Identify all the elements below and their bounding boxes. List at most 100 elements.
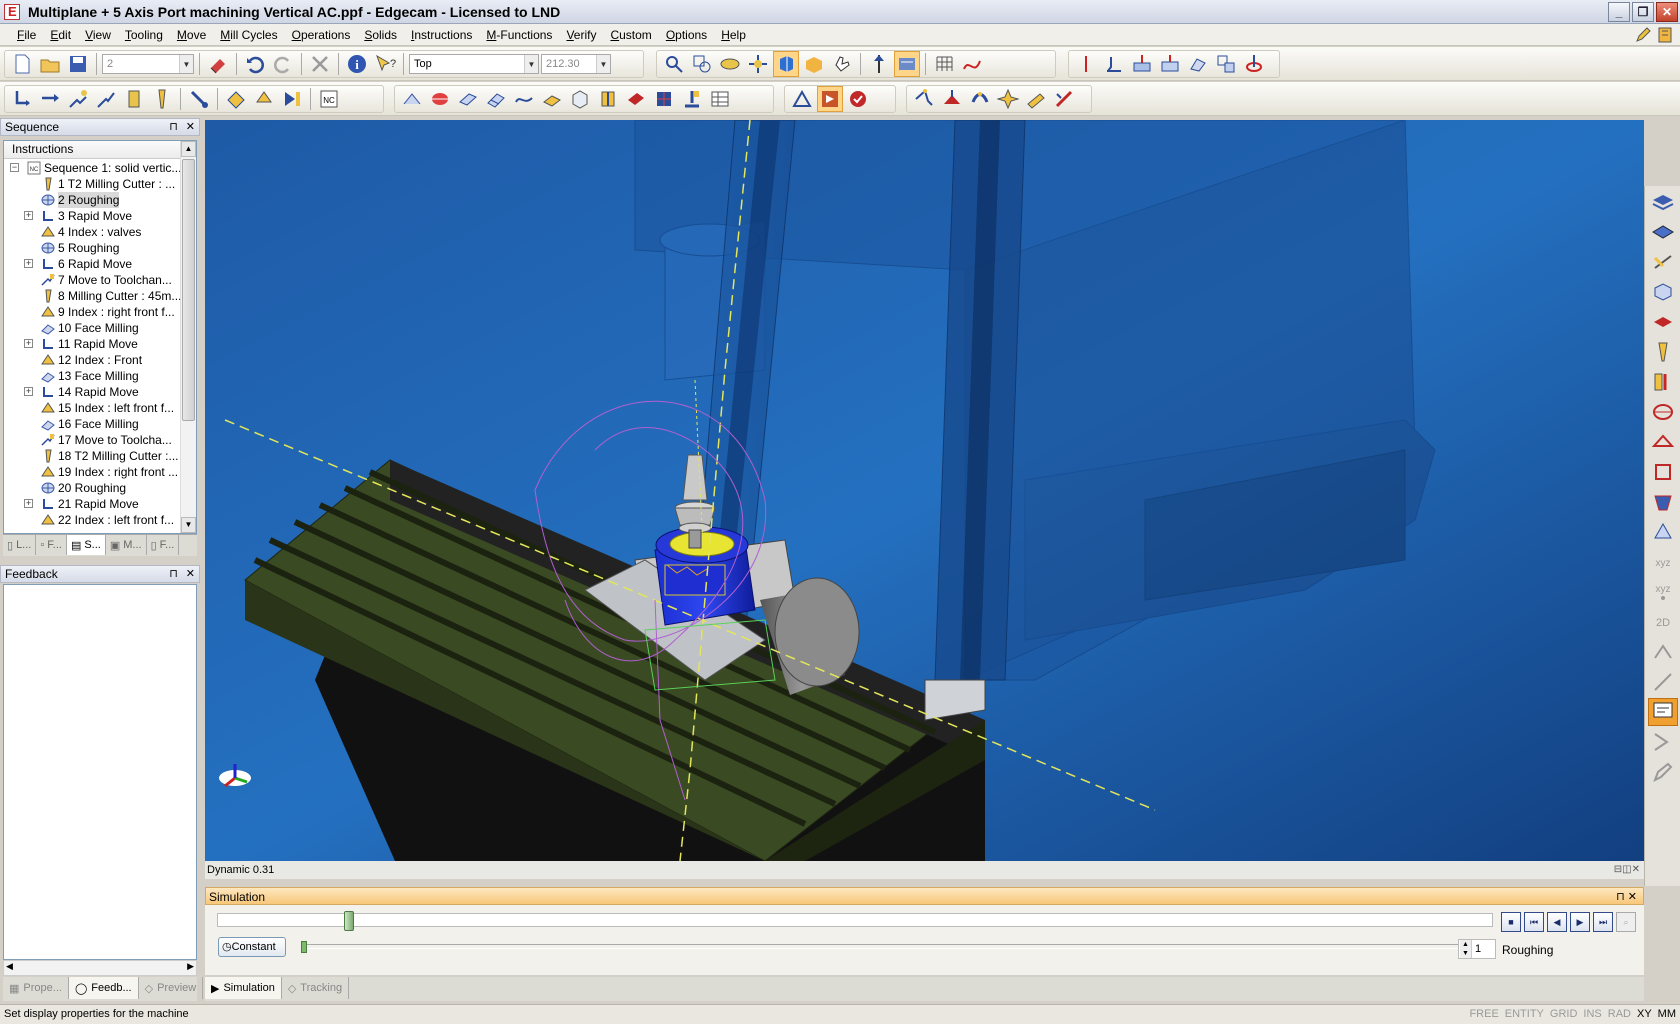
expand-icon[interactable]: + — [24, 499, 33, 508]
xyz-point-icon[interactable]: xyz — [1648, 578, 1678, 606]
pocket-right-icon[interactable] — [1648, 488, 1678, 516]
tab-machine[interactable]: ▣ M... — [106, 535, 147, 555]
rewind-icon[interactable]: ⏮ — [1524, 912, 1544, 932]
tree-item[interactable]: 8 Milling Cutter : 45m... — [4, 288, 180, 304]
open-folder-icon[interactable] — [37, 51, 63, 77]
menu-operations[interactable]: Operations — [285, 24, 358, 46]
menu-instructions[interactable]: Instructions — [404, 24, 479, 46]
pin-icon[interactable]: ⊓ — [169, 120, 178, 133]
expand-icon[interactable]: + — [24, 259, 33, 268]
new-file-icon[interactable] — [9, 51, 35, 77]
tab-sequence[interactable]: ▤ S... — [66, 535, 106, 555]
pencil-icon[interactable] — [1634, 26, 1652, 44]
feed-icon[interactable] — [1073, 51, 1099, 77]
play-icon[interactable]: ▶ — [1570, 912, 1590, 932]
tool-holder-icon[interactable] — [1648, 338, 1678, 366]
swarf-icon[interactable] — [939, 86, 965, 112]
arrow-tool-icon[interactable] — [279, 86, 305, 112]
feedback-hscrollbar[interactable]: ◀ ▶ — [3, 960, 197, 976]
feed-move-icon[interactable] — [37, 86, 63, 112]
menu-solids[interactable]: Solids — [357, 24, 404, 46]
index-tool-icon[interactable] — [223, 86, 249, 112]
tree-item[interactable]: +6 Rapid Move — [4, 256, 180, 272]
fast-forward-icon[interactable]: ⏭ — [1593, 912, 1613, 932]
curve-icon[interactable] — [959, 51, 985, 77]
tree-item[interactable]: 15 Index : left front f... — [4, 400, 180, 416]
tree-item[interactable]: 7 Move to Toolchan... — [4, 272, 180, 288]
hand-icon[interactable] — [829, 51, 855, 77]
info-icon[interactable]: i — [344, 51, 370, 77]
close-button[interactable]: ✕ — [1656, 2, 1678, 22]
viewport-window-controls[interactable]: ⊟◫✕ — [1614, 861, 1640, 879]
transform-icon[interactable] — [1213, 51, 1239, 77]
menu-view[interactable]: View — [78, 24, 118, 46]
edit-icon[interactable] — [1648, 758, 1678, 786]
delete-icon[interactable] — [307, 51, 333, 77]
zoom-sim-icon[interactable]: ⌕ — [1616, 912, 1636, 932]
rotate-view-icon[interactable] — [717, 51, 743, 77]
machine-display-icon[interactable] — [1648, 698, 1678, 726]
find-icon[interactable] — [661, 51, 687, 77]
save-icon[interactable] — [65, 51, 91, 77]
datum-icon[interactable] — [1101, 51, 1127, 77]
instructions-header[interactable]: Instructions — [4, 141, 196, 159]
progress-knob[interactable] — [344, 911, 354, 931]
simulation-progress-slider[interactable] — [217, 911, 1493, 931]
feedback-pin-icon[interactable]: ⊓ — [169, 567, 178, 580]
grid-icon[interactable] — [931, 51, 957, 77]
profiling-icon[interactable] — [399, 86, 425, 112]
tree-scrollbar[interactable]: ▲ ▼ — [180, 141, 196, 533]
tree-item[interactable]: 2 Roughing — [4, 192, 180, 208]
help-pointer-icon[interactable]: ? — [372, 51, 398, 77]
menu-edit[interactable]: Edit — [43, 24, 78, 46]
approach-icon[interactable] — [93, 86, 119, 112]
menu-verify[interactable]: Verify — [559, 24, 603, 46]
tree-item[interactable]: 13 Face Milling — [4, 368, 180, 384]
menu-move[interactable]: Move — [170, 24, 213, 46]
minimize-button[interactable]: _ — [1608, 2, 1630, 22]
nc-code-icon[interactable]: NC — [316, 86, 342, 112]
tab-feedback[interactable]: ◯ Feedb... — [68, 977, 139, 999]
simulation-panel-controls[interactable]: ⊓ ✕ — [1616, 888, 1637, 906]
roughing-right-icon[interactable] — [1648, 398, 1678, 426]
verify-icon[interactable] — [845, 86, 871, 112]
eraser-icon[interactable] — [205, 51, 231, 77]
layers-stack-icon[interactable] — [1648, 188, 1678, 216]
flag-free[interactable]: FREE — [1469, 1005, 1498, 1024]
menu-custom[interactable]: Custom — [603, 24, 658, 46]
tab-features[interactable]: ▫ F... — [36, 535, 67, 555]
tab-properties[interactable]: ▦ Prope... — [3, 977, 69, 999]
tab-preview[interactable]: ◇ Preview — [139, 977, 204, 999]
constant-speed-button[interactable]: ◷Constant — [218, 937, 286, 957]
speed-knob[interactable] — [301, 941, 307, 953]
expand-icon[interactable]: + — [24, 339, 33, 348]
step-spinner[interactable]: ▲ ▼ 1 — [1458, 939, 1496, 959]
work-plane-icon[interactable] — [1129, 51, 1155, 77]
tree-item[interactable]: 16 Face Milling — [4, 416, 180, 432]
flag-rad[interactable]: RAD — [1608, 1005, 1631, 1024]
lathe-tool-icon[interactable] — [1023, 86, 1049, 112]
face-right-icon[interactable] — [1648, 428, 1678, 456]
rotary-icon[interactable] — [995, 86, 1021, 112]
rotate-icon[interactable] — [251, 86, 277, 112]
tree-item[interactable]: 10 Face Milling — [4, 320, 180, 336]
drill-cycle-icon[interactable] — [679, 86, 705, 112]
tree-item[interactable]: 5 Roughing — [4, 240, 180, 256]
layer-combo[interactable]: 2 ▼ — [102, 54, 194, 74]
edgecam-app-icon[interactable] — [4, 3, 20, 20]
tree-item[interactable]: 19 Index : right front ... — [4, 464, 180, 480]
tree-item[interactable]: +14 Rapid Move — [4, 384, 180, 400]
flag-ins[interactable]: INS — [1583, 1005, 1601, 1024]
tool-select-icon[interactable] — [149, 86, 175, 112]
cylinder-tool-icon[interactable] — [121, 86, 147, 112]
graphics-viewport[interactable] — [205, 120, 1644, 861]
face-mill-cycle-icon[interactable] — [539, 86, 565, 112]
view-combo[interactable]: Top ▼ — [409, 54, 539, 74]
stock-icon[interactable] — [1157, 51, 1183, 77]
flag-xy[interactable]: XY — [1637, 1005, 1652, 1024]
box-icon[interactable] — [567, 86, 593, 112]
flag-grid[interactable]: GRID — [1550, 1005, 1578, 1024]
hatch-icon[interactable] — [1648, 248, 1678, 276]
tree-item[interactable]: 9 Index : right front f... — [4, 304, 180, 320]
surface-icon[interactable] — [483, 86, 509, 112]
